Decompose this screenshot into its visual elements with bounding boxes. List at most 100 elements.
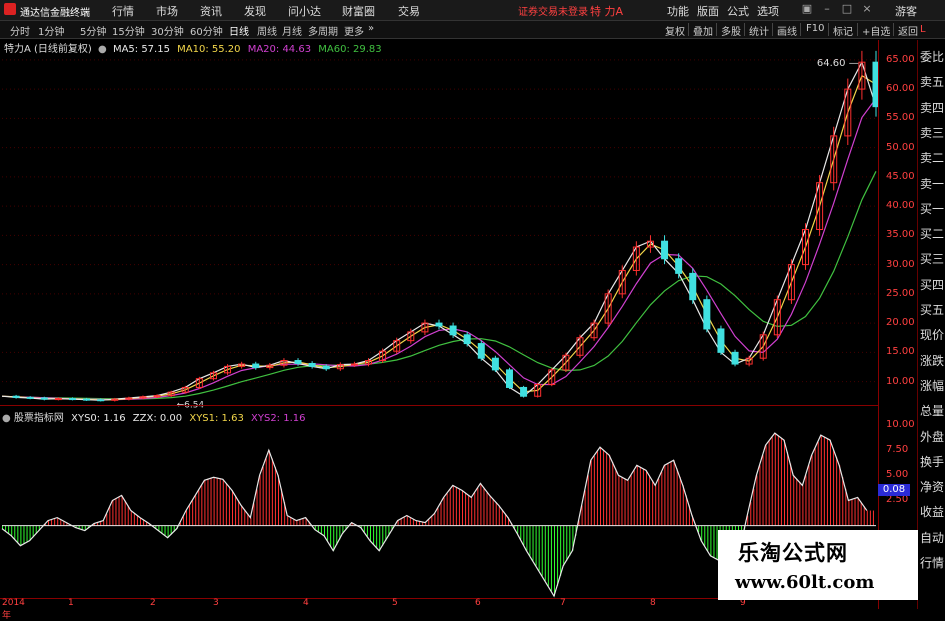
price-tick-label: 45.00: [886, 170, 915, 182]
menu-item-formula[interactable]: 公式: [727, 3, 749, 19]
price-tick-label: 15.00: [886, 346, 915, 358]
candle-body: [505, 369, 513, 388]
tool-add-watchlist-button[interactable]: +自选: [862, 23, 890, 38]
price-tick-label: 50.00: [886, 141, 915, 153]
time-tick-label: 7: [560, 598, 566, 608]
menu-item-layout[interactable]: 版面: [697, 3, 719, 19]
quote-panel-item[interactable]: 收益: [920, 503, 945, 520]
minimize-icon[interactable]: –: [820, 2, 834, 16]
tool-multi-stock-button[interactable]: 多股: [721, 23, 741, 38]
candle-body: [308, 362, 316, 367]
quote-panel-item[interactable]: 委比: [920, 48, 945, 65]
indicator-settings-icon[interactable]: ●: [2, 413, 11, 424]
candle-body: [294, 360, 302, 364]
time-tick-label: 2: [150, 598, 156, 608]
menu-item-quote[interactable]: 行情: [112, 3, 134, 19]
candle-body: [350, 363, 358, 366]
pane-divider: [0, 405, 878, 406]
time-tick-label: 1: [68, 598, 74, 608]
time-tick-label: 3: [213, 598, 219, 608]
time-tick-label: 6: [475, 598, 481, 608]
quote-panel-item[interactable]: 涨幅: [920, 377, 945, 394]
user-label[interactable]: 游客: [895, 3, 917, 19]
candle-body: [252, 363, 260, 369]
candle-body: [520, 386, 528, 397]
quote-panel-item[interactable]: 买五: [920, 301, 945, 318]
period-tab-daily[interactable]: 日线: [229, 23, 249, 38]
time-tick-label: 8: [650, 598, 656, 608]
close-icon[interactable]: ×: [860, 2, 874, 16]
tool-draw-button[interactable]: 画线: [777, 23, 797, 38]
candle-body: [463, 334, 471, 345]
period-tab-intraday[interactable]: 分时: [10, 23, 30, 38]
quote-panel-item[interactable]: 卖一: [920, 175, 945, 192]
quote-panel-item[interactable]: 行情: [920, 554, 945, 571]
login-status[interactable]: 证券交易未登录: [518, 3, 588, 18]
price-tick-label: 55.00: [886, 112, 915, 124]
price-tick-label: 20.00: [886, 317, 915, 329]
quote-panel-item[interactable]: 自动: [920, 529, 945, 546]
menu-item-wealth[interactable]: 财富圈: [342, 3, 375, 19]
quote-panel-item[interactable]: 外盘: [920, 428, 945, 445]
menu-item-function[interactable]: 功能: [667, 3, 689, 19]
quote-panel-item[interactable]: 总量: [920, 402, 945, 419]
menu-item-ask[interactable]: 问小达: [288, 3, 321, 19]
period-tab-more[interactable]: 更多: [344, 23, 364, 38]
quote-panel-item[interactable]: 买三: [920, 250, 945, 267]
quote-panel-item[interactable]: 卖二: [920, 149, 945, 166]
candle-body: [449, 325, 457, 336]
ma20-line: [1, 98, 877, 401]
tool-stats-button[interactable]: 统计: [749, 23, 769, 38]
price-tick-label: 30.00: [886, 258, 915, 270]
menu-item-options[interactable]: 选项: [757, 3, 779, 19]
tool-back-button[interactable]: 返回: [898, 23, 918, 38]
candle-body: [717, 328, 725, 353]
watermark-url: www.60lt.com: [735, 572, 875, 593]
period-tab-weekly[interactable]: 周线: [257, 23, 277, 38]
period-tab-multi[interactable]: 多周期: [308, 23, 338, 38]
quote-panel-item[interactable]: 卖五: [920, 73, 945, 90]
tool-f10-button[interactable]: F10: [806, 23, 824, 34]
price-tick-label: 25.00: [886, 287, 915, 299]
indicator-tick-label: 7.50: [886, 444, 909, 456]
period-tab-30min[interactable]: 30分钟: [151, 23, 184, 38]
xys1-value: XYS1: 1.63: [189, 413, 244, 424]
period-tab-5min[interactable]: 5分钟: [80, 23, 106, 38]
period-tab-60min[interactable]: 60分钟: [190, 23, 223, 38]
tool-adjust-button[interactable]: 复权: [665, 23, 685, 38]
app-title: 通达信金融终端: [20, 8, 90, 19]
period-tab-15min[interactable]: 15分钟: [112, 23, 145, 38]
quote-panel-item[interactable]: 卖三: [920, 124, 945, 141]
candle-body: [491, 357, 499, 371]
indicator-tick-label: 10.00: [886, 419, 915, 431]
tool-overlay-button[interactable]: 叠加: [693, 23, 713, 38]
candle-body: [435, 322, 443, 327]
candle-body: [675, 258, 683, 274]
tool-mark-button[interactable]: 标记: [833, 23, 853, 38]
quote-panel-item[interactable]: 现价: [920, 326, 945, 343]
menu-item-trade[interactable]: 交易: [398, 3, 420, 19]
quote-panel-item[interactable]: 涨跌: [920, 352, 945, 369]
maximize-icon[interactable]: □: [840, 2, 854, 16]
candle-body: [83, 398, 91, 401]
app-logo-icon: [4, 3, 16, 15]
period-tab-monthly[interactable]: 月线: [282, 23, 302, 38]
menu-item-news[interactable]: 资讯: [200, 3, 222, 19]
quote-panel-item[interactable]: 换手: [920, 453, 945, 470]
quote-panel-item[interactable]: 买二: [920, 225, 945, 242]
candle-body: [12, 395, 20, 398]
quote-panel-item[interactable]: 买一: [920, 200, 945, 217]
quote-panel-item[interactable]: 卖四: [920, 99, 945, 116]
quote-panel-item[interactable]: 买四: [920, 276, 945, 293]
high-price-label: 64.60 —: [817, 58, 859, 69]
menu-item-discover[interactable]: 发现: [244, 3, 266, 19]
candle-body: [97, 399, 105, 402]
menu-item-market[interactable]: 市场: [156, 3, 178, 19]
quote-panel-item[interactable]: 净资: [920, 478, 945, 495]
more-arrow-icon[interactable]: »: [368, 23, 374, 34]
window-icon[interactable]: ▣: [800, 2, 814, 16]
toolbar-divider: [828, 23, 829, 36]
price-tick-label: 60.00: [886, 83, 915, 95]
kline-chart[interactable]: 64.60 —←6.54: [0, 40, 878, 598]
period-tab-1min[interactable]: 1分钟: [38, 23, 64, 38]
